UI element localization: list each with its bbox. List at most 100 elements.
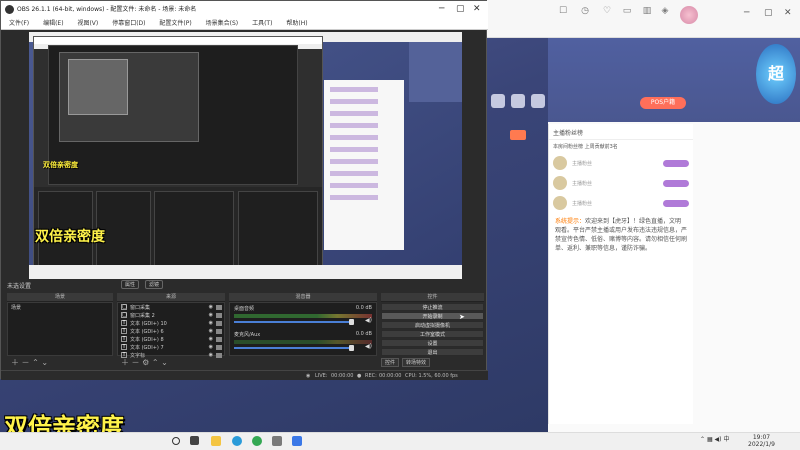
menu-docks[interactable]: 停靠窗口(D) <box>112 20 145 27</box>
rec-icon: ● <box>357 373 362 379</box>
speaker-icon[interactable]: ◀) <box>365 317 372 324</box>
close-icon[interactable]: ✕ <box>473 1 481 18</box>
lock-icon[interactable] <box>216 304 222 310</box>
list-item[interactable]: T 文本 (GDI+) 6 ◉ <box>118 327 224 335</box>
minimize-icon[interactable]: ─ <box>744 8 749 18</box>
lock-icon[interactable] <box>216 328 222 334</box>
menu-scene-collection[interactable]: 场景集合(S) <box>206 20 239 27</box>
list-item[interactable]: ▢ 窗口采集 ◉ <box>118 303 224 311</box>
list-item[interactable]: ▢ 窗口采集 2 ◉ <box>118 311 224 319</box>
chevron-down-icon[interactable]: ⌄ <box>41 358 48 367</box>
star-icon[interactable] <box>531 94 545 108</box>
filters-button[interactable]: 滤镜 <box>145 280 164 289</box>
ime-icon[interactable]: 中 <box>723 436 729 443</box>
menu-view[interactable]: 视图(V) <box>77 20 98 27</box>
network-icon[interactable]: ▦ <box>707 436 713 443</box>
close-icon[interactable]: ✕ <box>784 8 792 18</box>
chat-header: 主播粉丝榜 <box>549 124 693 140</box>
menu-edit[interactable]: 编辑(E) <box>43 20 63 27</box>
eye-icon[interactable]: ◉ <box>209 312 213 318</box>
eye-icon[interactable]: ◉ <box>209 328 213 334</box>
avatar[interactable] <box>680 6 698 24</box>
maximize-icon[interactable]: ▢ <box>456 1 465 18</box>
chevron-up-icon[interactable]: ⌃ <box>32 358 39 367</box>
remove-icon[interactable]: － <box>132 358 140 367</box>
clock-icon[interactable]: ◷ <box>578 6 592 28</box>
eye-icon[interactable]: ◉ <box>209 320 213 326</box>
bell-icon[interactable]: ☐ <box>556 6 570 28</box>
eye-icon[interactable]: ◉ <box>209 336 213 342</box>
heart-icon[interactable]: ♡ <box>600 6 614 28</box>
volume-icon[interactable]: ◀) <box>715 436 722 443</box>
exit-button[interactable]: 退出 <box>381 348 484 356</box>
chart-icon[interactable]: ▥ <box>640 6 654 28</box>
search-icon[interactable] <box>172 437 180 445</box>
list-item[interactable]: T 文本 (GDI+) 10 ◉ <box>118 319 224 327</box>
eye-icon[interactable]: ◉ <box>209 304 213 310</box>
lock-icon[interactable] <box>216 352 222 358</box>
task-view-icon[interactable] <box>190 436 199 445</box>
add-icon[interactable]: ＋ <box>11 358 19 367</box>
obs-taskbar-icon[interactable] <box>272 436 282 446</box>
app-icon[interactable] <box>292 436 302 446</box>
gear-icon[interactable]: ⚙ <box>142 358 149 367</box>
taskbar-clock[interactable]: 19:07 2022/1/9 <box>748 434 775 448</box>
menu-tools[interactable]: 工具(T) <box>252 20 272 27</box>
user-icon[interactable] <box>491 94 505 108</box>
lock-icon[interactable] <box>216 320 222 326</box>
minimize-icon[interactable]: ─ <box>439 1 444 18</box>
stop-streaming-button[interactable]: 停止推流 <box>381 303 484 311</box>
settings-button[interactable]: 设置 <box>381 339 484 347</box>
list-item[interactable]: 主播粉丝 <box>549 173 693 193</box>
lock-icon[interactable] <box>216 312 222 318</box>
subscribe-badge[interactable] <box>510 130 526 140</box>
folder-icon[interactable]: ▭ <box>620 6 634 28</box>
chevron-down-icon[interactable]: ⌄ <box>161 358 168 367</box>
scene-name: 场景 <box>11 304 22 311</box>
system-message: 系统提示：欢迎来到【虎牙】！绿色直播，文明观看。平台严禁主播或用户发布违法违规信… <box>549 213 693 257</box>
file-explorer-icon[interactable] <box>211 436 221 446</box>
rec-time: 00:00:00 <box>379 373 402 379</box>
speaker-icon[interactable]: ◀) <box>365 343 372 350</box>
pos-button[interactable]: POS户籍 <box>640 97 686 109</box>
preview-overlay-text: 双倍亲密度 <box>35 229 105 245</box>
lock-icon[interactable] <box>216 344 222 350</box>
studio-mode-button[interactable]: 工作室模式 <box>381 330 484 338</box>
remove-icon[interactable]: － <box>22 358 30 367</box>
volume-slider[interactable] <box>234 319 355 325</box>
chevron-up-icon[interactable]: ⌃ <box>700 436 705 443</box>
source-name: 文本 (GDI+) 8 <box>130 336 164 343</box>
chevron-up-icon[interactable]: ⌃ <box>152 358 159 367</box>
channel-level: 0.0 dB <box>355 305 372 311</box>
chrome-icon[interactable] <box>252 436 262 446</box>
cpu-fps: CPU: 1.5%, 60.00 fps <box>405 373 458 379</box>
list-item[interactable]: 主播粉丝 <box>549 153 693 173</box>
start-virtual-camera-button[interactable]: 启动虚拟摄像机 <box>381 321 484 329</box>
scenes-footer: ＋ － ⌃ ⌄ <box>11 357 48 369</box>
list-item[interactable]: 场景 <box>8 303 112 311</box>
add-icon[interactable]: ＋ <box>121 358 129 367</box>
share-icon[interactable] <box>511 94 525 108</box>
source-toolbar: 属性 滤镜 <box>121 280 164 289</box>
list-item[interactable]: T 文本 (GDI+) 7 ◉ <box>118 343 224 351</box>
edge-icon[interactable] <box>232 436 242 446</box>
lock-icon[interactable] <box>216 336 222 342</box>
scenes-list[interactable]: 场景 <box>7 302 113 356</box>
window-title: OBS 26.1.1 (64-bit, windows) - 配置文件: 未命名… <box>17 6 197 13</box>
maximize-icon[interactable]: ▢ <box>764 8 773 18</box>
eye-icon[interactable]: ◉ <box>209 352 213 358</box>
menu-help[interactable]: 帮助(H) <box>286 20 307 27</box>
menu-profile[interactable]: 配置文件(P) <box>159 20 191 27</box>
list-item[interactable]: 主播粉丝 <box>549 193 693 213</box>
tab-transitions[interactable]: 转场特效 <box>402 358 431 367</box>
list-item[interactable]: T 文本 (GDI+) 8 ◉ <box>118 335 224 343</box>
volume-slider[interactable] <box>234 345 355 351</box>
properties-button[interactable]: 属性 <box>121 280 140 289</box>
start-recording-button[interactable]: 开始录制 <box>381 312 484 320</box>
sources-list[interactable]: ▢ 窗口采集 ◉ ▢ 窗口采集 2 ◉ T 文本 (GDI+) 10 ◉ T 文本 (GDI+… <box>117 302 225 359</box>
menu-file[interactable]: 文件(F) <box>9 20 29 27</box>
avatar <box>553 156 567 170</box>
eye-icon[interactable]: ◉ <box>209 344 213 350</box>
gift-icon[interactable]: ◈ <box>658 6 672 28</box>
tab-controls[interactable]: 控件 <box>381 358 400 367</box>
